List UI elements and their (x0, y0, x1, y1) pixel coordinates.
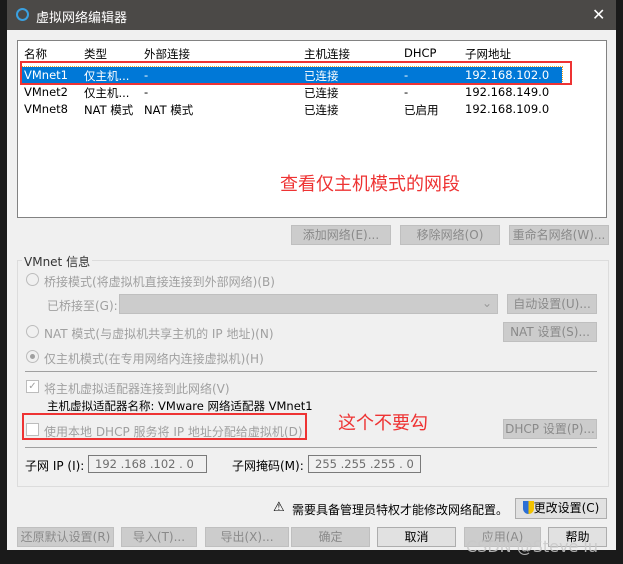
adapter-name: 主机虚拟适配器名称: VMware 网络适配器 VMnet1 (47, 399, 313, 413)
host-only-label: 仅主机模式(在专用网络内连接虚拟机)(H) (44, 352, 264, 366)
table-cell: - (144, 85, 149, 99)
table-cell: 仅主机... (84, 86, 130, 100)
chevron-down-icon: ⌄ (481, 296, 492, 310)
subnet-ip-label: 子网 IP (I): (25, 459, 85, 473)
highlight-box-vmnet1 (20, 61, 572, 85)
table-cell: 已连接 (304, 103, 339, 117)
table-cell: NAT 模式 (144, 103, 194, 117)
table-row[interactable]: VMnet8 NAT 模式 NAT 模式 已连接 已启用 192.168.109.0 (22, 101, 562, 117)
add-network-button[interactable]: 添加网络(E)... (291, 225, 391, 245)
col-host[interactable]: 主机连接 (304, 46, 350, 62)
annotation-dhcp-note: 这个不要勾 (338, 413, 428, 434)
title-bar: 虚拟网络编辑器 ✕ (7, 0, 616, 30)
close-icon[interactable]: ✕ (592, 5, 605, 24)
subnet-mask-label: 子网掩码(M): (232, 459, 304, 473)
list-header: 名称 类型 外部连接 主机连接 DHCP 子网地址 (18, 41, 606, 63)
highlight-box-dhcp (22, 413, 307, 440)
import-button[interactable]: 导入(T)... (121, 527, 197, 547)
divider (25, 371, 597, 372)
window-title: 虚拟网络编辑器 (36, 11, 128, 26)
remove-network-button[interactable]: 移除网络(O) (400, 225, 500, 245)
subnet-ip-input[interactable]: 192 .168 .102 . 0 (88, 455, 207, 473)
admin-warning-text: 需要具备管理员特权才能修改网络配置。 (292, 503, 509, 517)
rename-network-button[interactable]: 重命名网络(W)... (509, 225, 609, 245)
table-cell: NAT 模式 (84, 103, 134, 117)
network-globe-icon (16, 8, 29, 21)
connect-adapter-checkbox[interactable]: ✓ (26, 380, 39, 393)
bridged-to-label: 已桥接至(G): (47, 299, 118, 313)
col-name[interactable]: 名称 (24, 46, 47, 62)
host-only-radio[interactable] (26, 350, 39, 363)
warning-icon: ⚠ (273, 500, 285, 515)
table-cell: 192.168.109.0 (465, 102, 550, 116)
group-label: VMnet 信息 (22, 253, 93, 270)
table-cell: VMnet2 (24, 85, 68, 99)
export-button[interactable]: 导出(X)... (205, 527, 289, 547)
change-settings-label: 更改设置(C) (533, 501, 600, 515)
bridge-mode-radio[interactable] (26, 273, 39, 286)
uac-shield-icon (522, 501, 534, 514)
nat-settings-button[interactable]: NAT 设置(S)... (503, 322, 597, 342)
watermark: CSDN @Steve lu (466, 537, 598, 556)
table-cell: 已启用 (404, 103, 439, 117)
table-cell: VMnet8 (24, 102, 68, 116)
cancel-button[interactable]: 取消 (377, 527, 456, 547)
auto-settings-button[interactable]: 自动设置(U)... (507, 294, 597, 314)
nat-mode-label: NAT 模式(与虚拟机共享主机的 IP 地址)(N) (44, 327, 274, 341)
col-dhcp[interactable]: DHCP (404, 46, 436, 60)
change-settings-button[interactable]: 更改设置(C) (515, 498, 607, 519)
connect-adapter-label: 将主机虚拟适配器连接到此网络(V) (44, 382, 230, 396)
nat-mode-radio[interactable] (26, 325, 39, 338)
divider (25, 447, 597, 448)
bridged-to-select[interactable]: ⌄ (119, 294, 498, 314)
table-cell: - (404, 85, 409, 99)
col-external[interactable]: 外部连接 (144, 46, 190, 62)
table-row[interactable]: VMnet2 仅主机... - 已连接 -192.168.149.0 (22, 84, 562, 100)
annotation-subnet-note: 查看仅主机模式的网段 (280, 174, 460, 195)
dhcp-settings-button[interactable]: DHCP 设置(P)... (503, 419, 597, 439)
col-type[interactable]: 类型 (84, 46, 107, 62)
col-subnet[interactable]: 子网地址 (465, 46, 511, 62)
restore-defaults-button[interactable]: 还原默认设置(R) (17, 527, 114, 547)
ok-button[interactable]: 确定 (291, 527, 370, 547)
subnet-mask-input[interactable]: 255 .255 .255 . 0 (308, 455, 421, 473)
table-cell: 192.168.149.0 (465, 85, 550, 99)
bridge-mode-label: 桥接模式(将虚拟机直接连接到外部网络)(B) (44, 275, 275, 289)
table-cell: 已连接 (304, 86, 339, 100)
